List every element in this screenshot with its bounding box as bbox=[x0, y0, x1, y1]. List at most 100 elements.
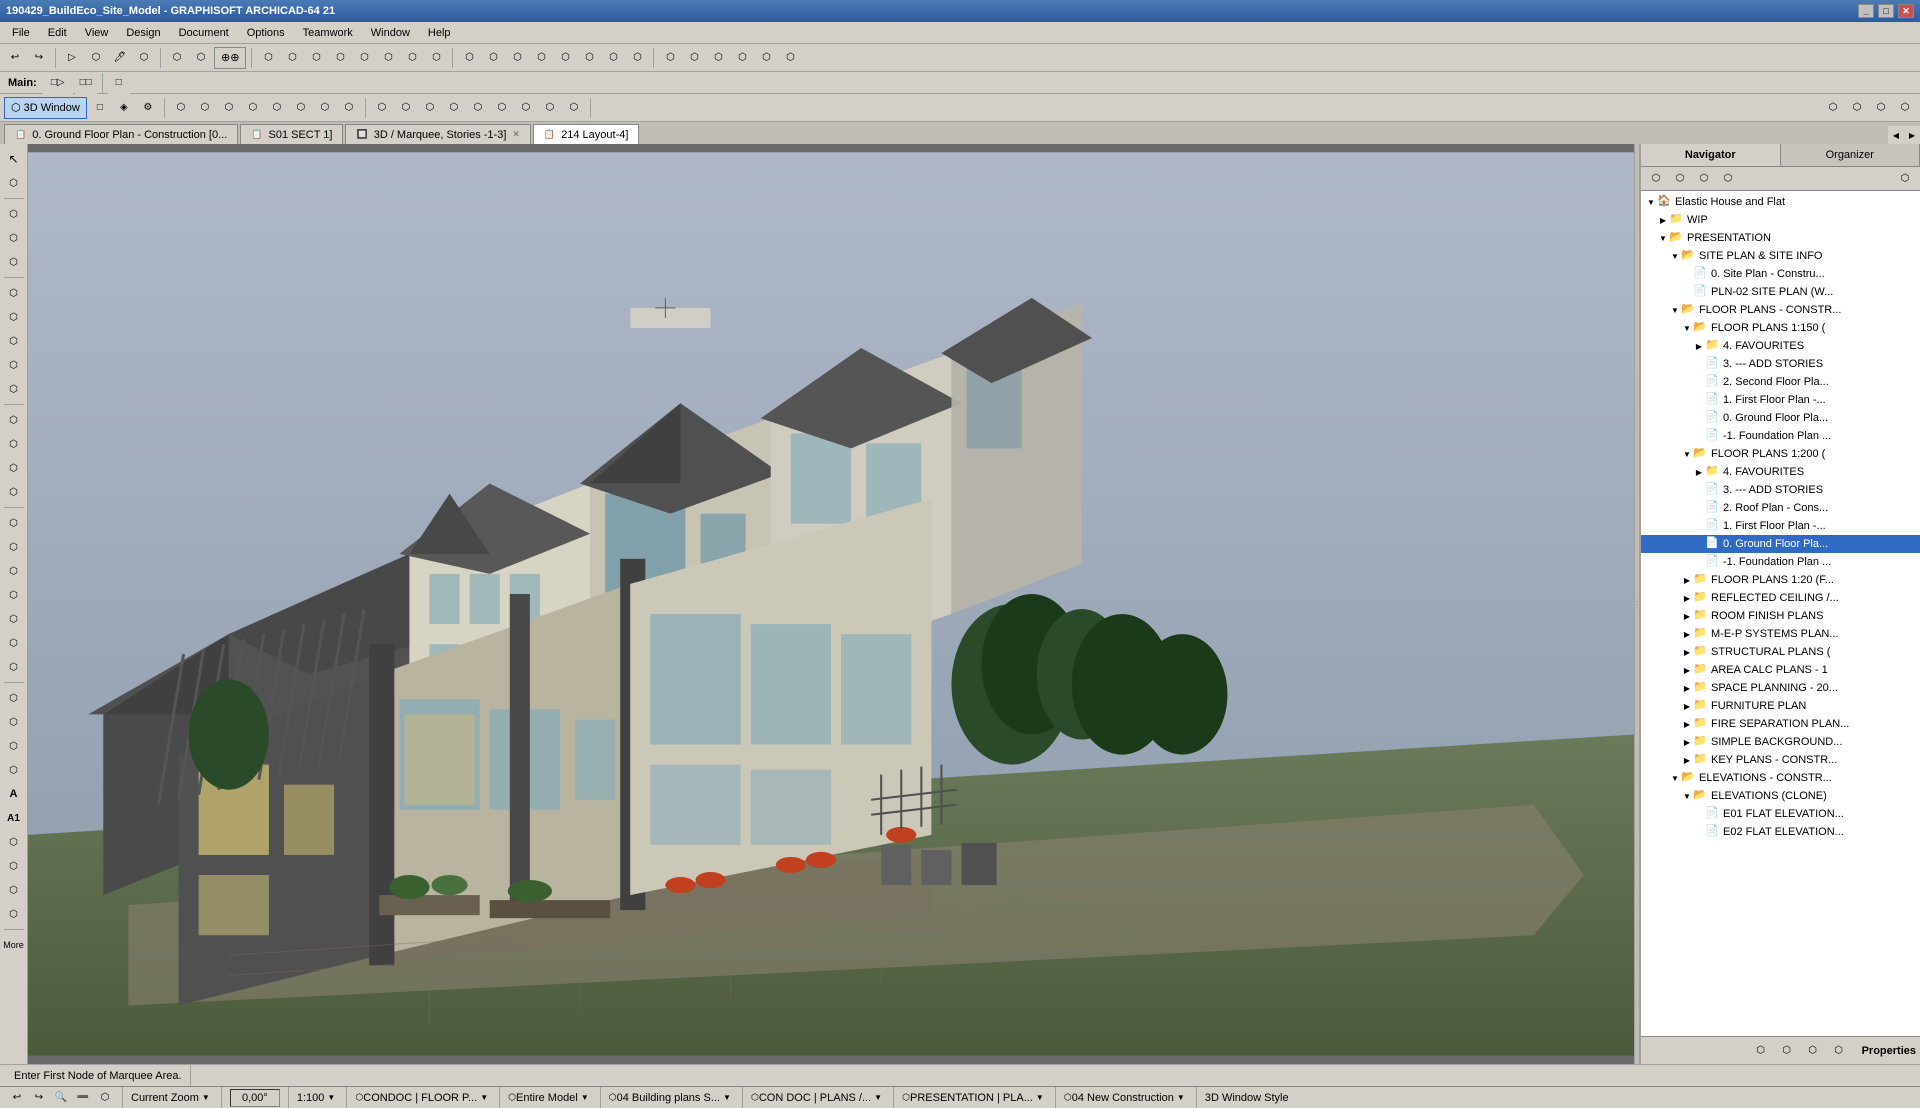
bottom-search-btn[interactable]: 🔍 bbox=[52, 1089, 70, 1107]
tree-item-room-finish[interactable]: 📁 ROOM FINISH PLANS bbox=[1641, 607, 1920, 625]
tool3[interactable]: 🖊 bbox=[109, 47, 131, 69]
zoom-dropdown[interactable]: ▼ bbox=[199, 1090, 213, 1106]
bottom-fwd-btn[interactable]: ↪ bbox=[30, 1089, 48, 1107]
render-btn7[interactable]: ⬡ bbox=[515, 97, 537, 119]
tool20[interactable]: ⬡ bbox=[578, 47, 600, 69]
tree-new-btn[interactable]: ⬡ bbox=[1645, 168, 1667, 190]
tree-item-key[interactable]: 📁 KEY PLANS - CONSTR... bbox=[1641, 751, 1920, 769]
tree-item-elastic-house[interactable]: 🏠 Elastic House and Flat bbox=[1641, 193, 1920, 211]
lt-tool13[interactable]: ⬡ bbox=[3, 481, 25, 503]
restore-button[interactable]: □ bbox=[1878, 4, 1894, 18]
lt-tool22[interactable]: ⬡ bbox=[3, 711, 25, 733]
lt-tool16[interactable]: ⬡ bbox=[3, 560, 25, 582]
tool28[interactable]: ⬡ bbox=[779, 47, 801, 69]
tool5[interactable]: ⬡ bbox=[166, 47, 188, 69]
menu-edit[interactable]: Edit bbox=[40, 25, 75, 41]
tool23[interactable]: ⬡ bbox=[659, 47, 681, 69]
menu-design[interactable]: Design bbox=[118, 25, 168, 41]
tree-item-e01[interactable]: 📄 E01 FLAT ELEVATION... bbox=[1641, 805, 1920, 823]
panel-open-btn[interactable]: ⬡ bbox=[1776, 1040, 1798, 1062]
tool15[interactable]: ⬡ bbox=[458, 47, 480, 69]
section-button[interactable]: ◈ bbox=[113, 97, 135, 119]
view-btn6[interactable]: ⬡ bbox=[290, 97, 312, 119]
menu-document[interactable]: Document bbox=[171, 25, 237, 41]
lt-tool8[interactable]: ⬡ bbox=[3, 354, 25, 376]
menu-view[interactable]: View bbox=[77, 25, 117, 41]
tree-item-simple[interactable]: 📁 SIMPLE BACKGROUND... bbox=[1641, 733, 1920, 751]
lt-tool21[interactable]: ⬡ bbox=[3, 687, 25, 709]
tab-close-icon[interactable]: ✕ bbox=[512, 129, 520, 140]
3d-window-button[interactable]: ⬡ 3D Window bbox=[4, 97, 87, 119]
tree-save-btn[interactable]: ⬡ bbox=[1693, 168, 1715, 190]
tool25[interactable]: ⬡ bbox=[707, 47, 729, 69]
tree-item-reflected[interactable]: 📁 REFLECTED CEILING /... bbox=[1641, 589, 1920, 607]
tool24[interactable]: ⬡ bbox=[683, 47, 705, 69]
cd-dropdown[interactable]: ▼ bbox=[871, 1090, 885, 1106]
lt-tool14[interactable]: ⬡ bbox=[3, 512, 25, 534]
tree-item-fp-1220[interactable]: 📁 FLOOR PLANS 1:20 (F... bbox=[1641, 571, 1920, 589]
redo-button[interactable]: ↪ bbox=[28, 47, 50, 69]
angle-input[interactable]: 0,00° bbox=[230, 1089, 280, 1107]
tree-item-fp-fav2[interactable]: 📁 4. FAVOURITES bbox=[1641, 463, 1920, 481]
project-tree[interactable]: 🏠 Elastic House and Flat 📁 WIP 📂 PRESENT… bbox=[1641, 191, 1920, 1036]
tree-item-elevations[interactable]: 📂 ELEVATIONS - CONSTR... bbox=[1641, 769, 1920, 787]
view-btn5[interactable]: ⬡ bbox=[266, 97, 288, 119]
panel-view-btn[interactable]: ⬡ bbox=[1802, 1040, 1824, 1062]
right-panel-btn1[interactable]: ⬡ bbox=[1822, 97, 1844, 119]
view-btn4[interactable]: ⬡ bbox=[242, 97, 264, 119]
floor-plan-button[interactable]: □ bbox=[89, 97, 111, 119]
sub-tool2[interactable]: □□ bbox=[75, 72, 97, 94]
tree-item-pln02[interactable]: 📄 PLN-02 SITE PLAN (W... bbox=[1641, 283, 1920, 301]
lt-text-tool[interactable]: A bbox=[3, 783, 25, 805]
tree-item-site-plan[interactable]: 📂 SITE PLAN & SITE INFO bbox=[1641, 247, 1920, 265]
condoc-dropdown[interactable]: ▼ bbox=[477, 1090, 491, 1106]
tree-item-fire[interactable]: 📁 FIRE SEPARATION PLAN... bbox=[1641, 715, 1920, 733]
lt-tool3[interactable]: ⬡ bbox=[3, 227, 25, 249]
tree-item-area[interactable]: 📁 AREA CALC PLANS - 1 bbox=[1641, 661, 1920, 679]
tree-item-fp-1st2[interactable]: 📄 1. First Floor Plan -... bbox=[1641, 517, 1920, 535]
lt-tool20[interactable]: ⬡ bbox=[3, 656, 25, 678]
menu-help[interactable]: Help bbox=[420, 25, 459, 41]
view-btn2[interactable]: ⬡ bbox=[194, 97, 216, 119]
tree-item-elev-clone[interactable]: 📂 ELEVATIONS (CLONE) bbox=[1641, 787, 1920, 805]
tree-item-fp-1st[interactable]: 📄 1. First Floor Plan -... bbox=[1641, 391, 1920, 409]
tool19[interactable]: ⬡ bbox=[554, 47, 576, 69]
minimize-button[interactable]: _ bbox=[1858, 4, 1874, 18]
tree-item-fp-1150[interactable]: 📂 FLOOR PLANS 1:150 ( bbox=[1641, 319, 1920, 337]
tool11[interactable]: ⬡ bbox=[353, 47, 375, 69]
render-btn6[interactable]: ⬡ bbox=[491, 97, 513, 119]
tree-item-fp-2nd[interactable]: 📄 2. Second Floor Pla... bbox=[1641, 373, 1920, 391]
lt-tool1[interactable]: ⬡ bbox=[3, 172, 25, 194]
lt-more-btn[interactable]: More bbox=[3, 934, 25, 956]
snap-tool[interactable]: ⊕⊕ bbox=[214, 47, 246, 69]
tool9[interactable]: ⬡ bbox=[305, 47, 327, 69]
tree-item-fp-gnd2[interactable]: 📄 0. Ground Floor Pla... bbox=[1641, 535, 1920, 553]
lt-tool18[interactable]: ⬡ bbox=[3, 608, 25, 630]
render-btn4[interactable]: ⬡ bbox=[443, 97, 465, 119]
tree-item-e02[interactable]: 📄 E02 FLAT ELEVATION... bbox=[1641, 823, 1920, 841]
close-button[interactable]: ✕ bbox=[1898, 4, 1914, 18]
tab-scroll-right[interactable]: ▶ bbox=[1904, 126, 1920, 144]
tree-item-fp-fnd2[interactable]: 📄 -1. Foundation Plan ... bbox=[1641, 553, 1920, 571]
lt-text-tool-a1[interactable]: A1 bbox=[3, 807, 25, 829]
sub-tool3[interactable]: □ bbox=[108, 72, 130, 94]
tool8[interactable]: ⬡ bbox=[281, 47, 303, 69]
tree-item-site-plan-con[interactable]: 📄 0. Site Plan - Constru... bbox=[1641, 265, 1920, 283]
render-btn9[interactable]: ⬡ bbox=[563, 97, 585, 119]
tree-settings-btn[interactable]: ⬡ bbox=[1894, 168, 1916, 190]
right-panel-btn4[interactable]: ⬡ bbox=[1894, 97, 1916, 119]
view-btn7[interactable]: ⬡ bbox=[314, 97, 336, 119]
render-btn8[interactable]: ⬡ bbox=[539, 97, 561, 119]
lt-tool27[interactable]: ⬡ bbox=[3, 879, 25, 901]
render-btn1[interactable]: ⬡ bbox=[371, 97, 393, 119]
tool13[interactable]: ⬡ bbox=[401, 47, 423, 69]
tree-item-fp-fav[interactable]: 📁 4. FAVOURITES bbox=[1641, 337, 1920, 355]
tree-item-fp-gnd[interactable]: 📄 0. Ground Floor Pla... bbox=[1641, 409, 1920, 427]
tool22[interactable]: ⬡ bbox=[626, 47, 648, 69]
bottom-back-btn[interactable]: ↩ bbox=[8, 1089, 26, 1107]
tool12[interactable]: ⬡ bbox=[377, 47, 399, 69]
view-btn1[interactable]: ⬡ bbox=[170, 97, 192, 119]
tree-item-fp-add2[interactable]: 📄 3. --- ADD STORIES bbox=[1641, 481, 1920, 499]
tab-ground-floor[interactable]: 📋 0. Ground Floor Plan - Construction [0… bbox=[4, 124, 238, 144]
tool17[interactable]: ⬡ bbox=[506, 47, 528, 69]
